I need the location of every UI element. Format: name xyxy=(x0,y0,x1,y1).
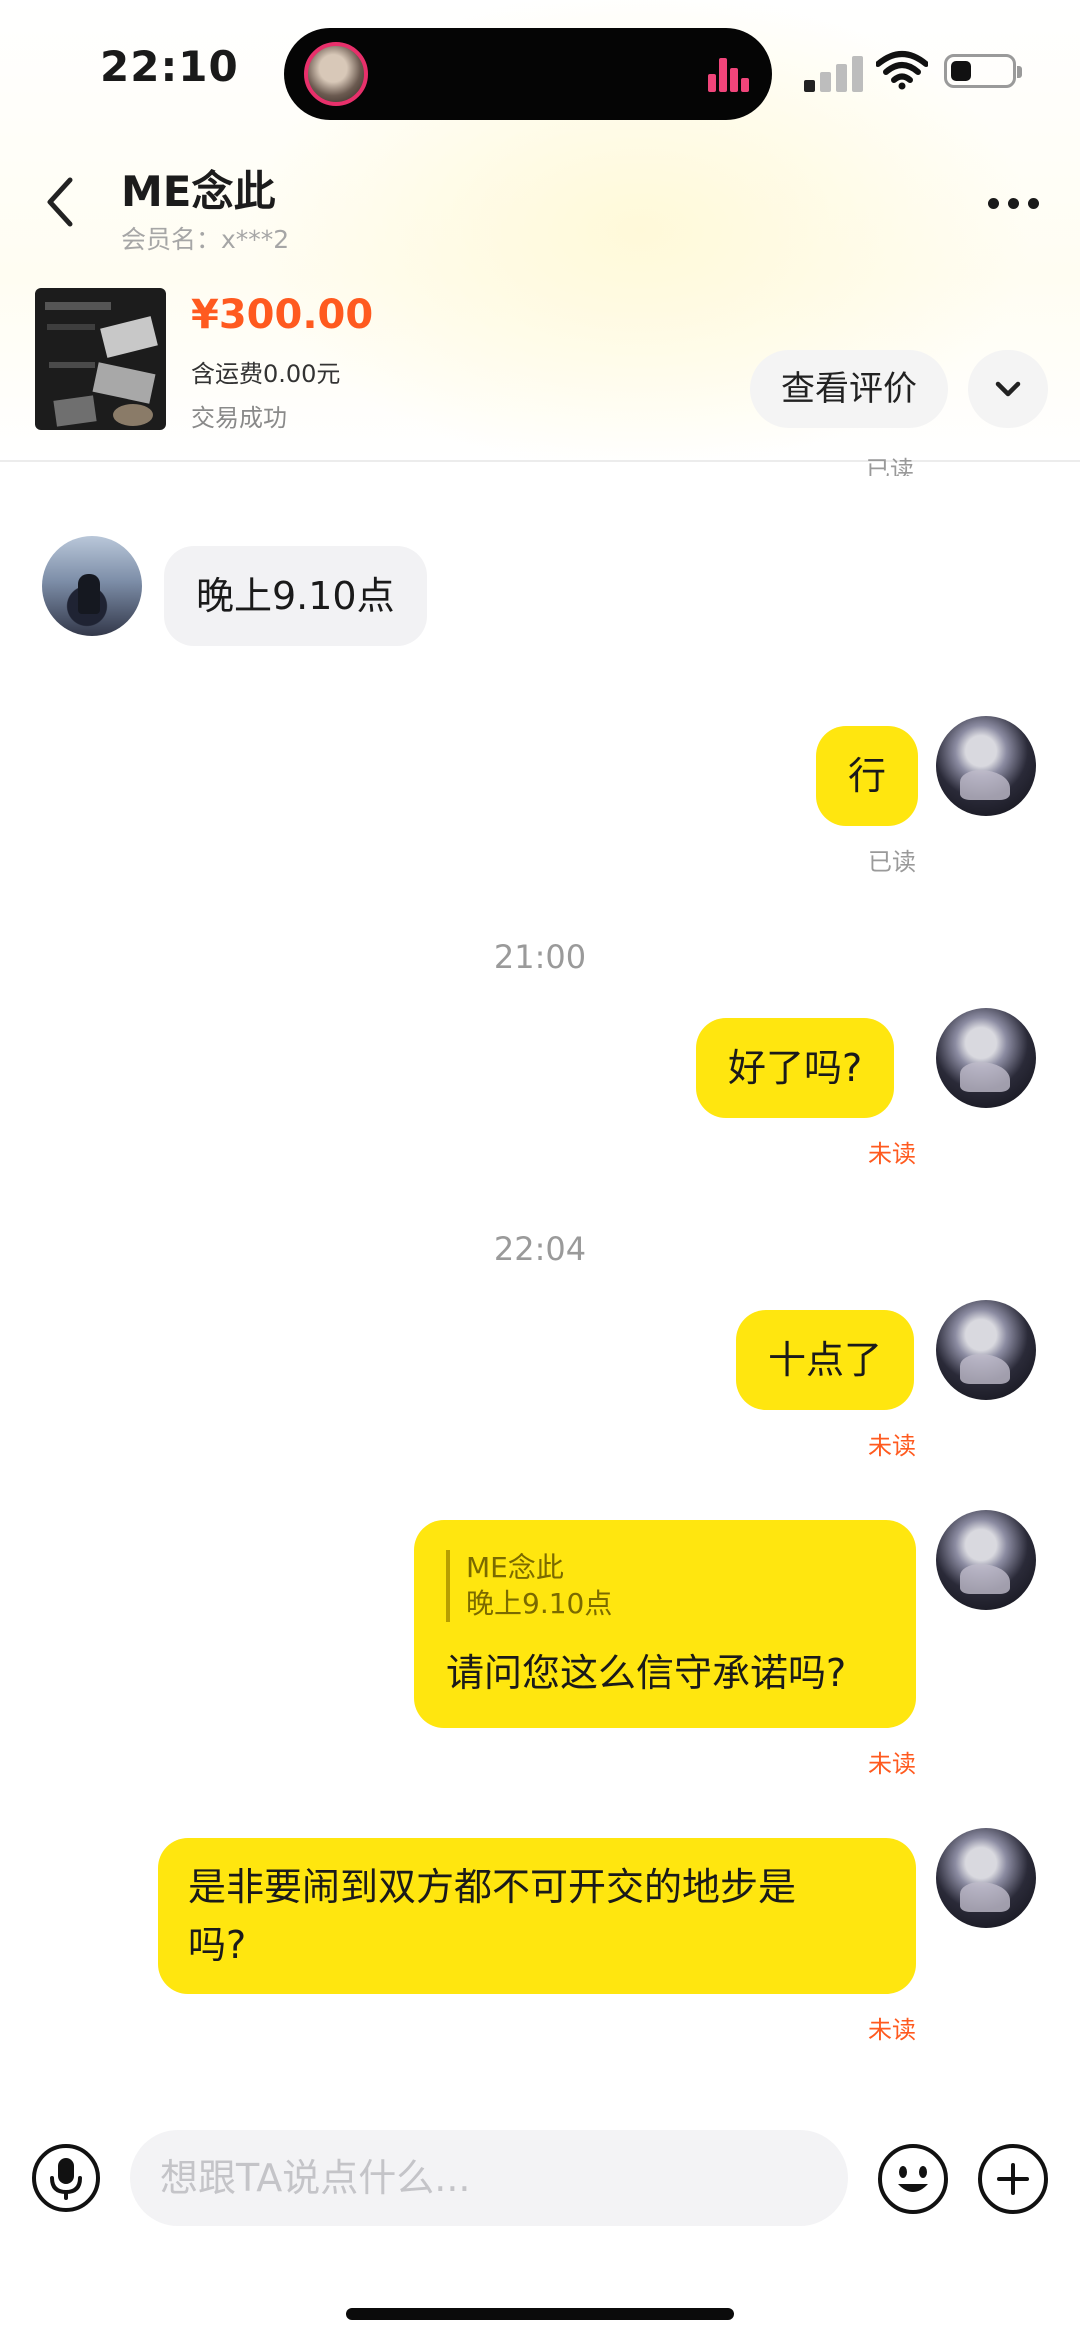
my-avatar[interactable] xyxy=(936,716,1036,816)
member-username: 会员名：x***2 xyxy=(121,225,290,254)
quoted-message[interactable]: ME念此 晚上9.10点 xyxy=(446,1550,612,1622)
battery-icon xyxy=(944,54,1022,88)
emoji-icon xyxy=(898,2166,928,2192)
my-avatar[interactable] xyxy=(936,1828,1036,1928)
now-playing-artwork xyxy=(304,42,368,106)
voice-input-button[interactable] xyxy=(32,2144,100,2212)
my-message-bubble[interactable]: 十点了 xyxy=(736,1310,915,1410)
message-text-line: 是非要闹到双方都不可开交的地步是 xyxy=(188,1865,797,1909)
home-indicator[interactable] xyxy=(346,2308,734,2320)
dynamic-island[interactable] xyxy=(284,28,772,120)
my-quoted-message-bubble[interactable]: ME念此 晚上9.10点 请问您这么信守承诺吗? xyxy=(414,1520,916,1728)
my-avatar[interactable] xyxy=(936,1300,1036,1400)
product-price: ¥300.00 xyxy=(191,292,374,338)
plus-icon xyxy=(997,2163,1029,2195)
view-review-button[interactable]: 查看评价 xyxy=(750,350,948,428)
transaction-status: 交易成功 xyxy=(191,404,287,432)
unread-receipt: 未读 xyxy=(868,1140,916,1168)
more-options-icon[interactable] xyxy=(984,186,1044,222)
message-text: 十点了 xyxy=(768,1338,883,1382)
microphone-icon xyxy=(50,2158,82,2200)
my-message-bubble[interactable]: 行 xyxy=(816,726,919,826)
my-message-bubble[interactable]: 好了吗? xyxy=(696,1018,895,1118)
message-text: 晚上9.10点 xyxy=(196,574,395,618)
wifi-icon xyxy=(876,51,928,90)
read-receipt: 已读 xyxy=(868,848,916,876)
header-divider xyxy=(0,460,1080,462)
peer-message-bubble[interactable]: 晚上9.10点 xyxy=(164,546,427,646)
product-thumbnail[interactable] xyxy=(35,288,166,430)
emoji-button[interactable] xyxy=(878,2144,948,2214)
unread-receipt: 未读 xyxy=(868,2016,916,2044)
quoted-sender: ME念此 xyxy=(466,1551,564,1584)
message-text-line: 吗? xyxy=(188,1923,247,1967)
quoted-text: 晚上9.10点 xyxy=(466,1587,613,1620)
shipping-fee: 含运费0.00元 xyxy=(191,360,341,388)
message-text: 好了吗? xyxy=(728,1046,863,1090)
cellular-signal-icon xyxy=(804,52,866,92)
chat-timestamp: 22:04 xyxy=(493,1230,587,1268)
unread-receipt: 未读 xyxy=(868,1432,916,1460)
more-actions-button[interactable] xyxy=(978,2144,1048,2214)
chevron-down-icon xyxy=(995,381,1021,397)
audio-equalizer-icon xyxy=(708,56,749,92)
message-text: 请问您这么信守承诺吗? xyxy=(446,1651,847,1695)
expand-order-button[interactable] xyxy=(968,350,1048,428)
my-message-bubble[interactable]: 是非要闹到双方都不可开交的地步是 吗? xyxy=(158,1838,916,1994)
my-avatar[interactable] xyxy=(936,1008,1036,1108)
my-avatar[interactable] xyxy=(936,1510,1036,1610)
status-time: 22:10 xyxy=(100,42,239,91)
unread-receipt: 未读 xyxy=(868,1750,916,1778)
read-receipt: 已读 xyxy=(866,456,914,476)
chat-timestamp: 21:00 xyxy=(493,938,587,976)
peer-avatar[interactable] xyxy=(42,536,142,636)
message-text: 行 xyxy=(848,754,887,798)
chat-peer-name: ME念此 xyxy=(121,167,276,216)
message-input[interactable] xyxy=(130,2130,848,2226)
back-arrow-icon[interactable] xyxy=(36,170,84,234)
